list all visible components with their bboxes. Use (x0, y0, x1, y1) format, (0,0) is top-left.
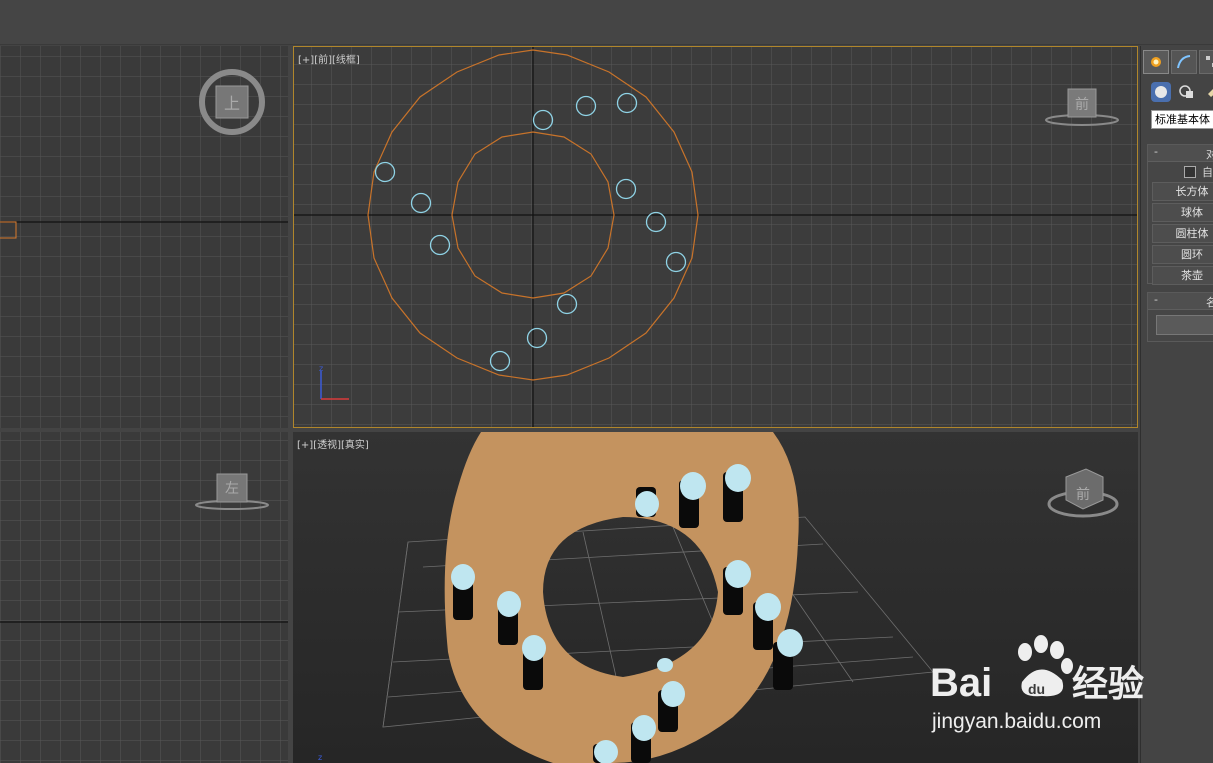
geometry-sphere-icon[interactable] (1151, 82, 1171, 102)
watermark-brand: Bai (930, 661, 992, 705)
baidu-jingyan-watermark: Bai du 经验 jingyan.baidu.com (930, 630, 1160, 740)
viewport-top[interactable]: 上 (0, 46, 288, 428)
autogrid-checkbox[interactable] (1184, 166, 1196, 178)
perspective-viewport-label[interactable]: [+][透视][真实] (297, 436, 369, 451)
viewport-left[interactable]: 左 (0, 432, 288, 763)
create-category-icons (1151, 82, 1213, 102)
left-grid: 左 (0, 432, 288, 763)
front-mode-menu[interactable]: [线框] (332, 55, 360, 66)
front-view-menu[interactable]: [前] (314, 55, 332, 66)
name-color-rollout: - 名 (1147, 292, 1213, 342)
modify-tab[interactable] (1171, 50, 1197, 74)
persp-mode-menu[interactable]: [真实] (341, 440, 369, 451)
hierarchy-icon (1206, 56, 1213, 67)
svg-text:z: z (319, 364, 323, 373)
left-cube-text: 左 (225, 481, 239, 497)
front-cube-text: 前 (1075, 96, 1089, 113)
shapes-icon[interactable] (1177, 82, 1197, 102)
front-plus-menu[interactable]: [+] (298, 55, 314, 66)
persp-cube-text: 前 (1076, 486, 1090, 503)
top-grid: 上 (0, 46, 288, 428)
watermark-url: jingyan.baidu.com (931, 710, 1101, 733)
viewport-front[interactable]: z 前 [+][前][线框] (293, 46, 1138, 428)
persp-axis-z-icon: z (318, 753, 322, 762)
teapot-button[interactable]: 茶壶 (1152, 266, 1213, 285)
box-button[interactable]: 长方体 (1152, 182, 1213, 201)
autogrid-label: 自 (1202, 166, 1213, 179)
object-name-input[interactable] (1156, 315, 1213, 335)
object-type-rollout: - 对 自 长方体 球体 圆柱体 圆环 茶壶 (1147, 144, 1213, 285)
front-grid: z 前 (294, 47, 1137, 427)
watermark-product: 经验 (1072, 664, 1144, 705)
cylinder-button[interactable]: 圆柱体 (1152, 224, 1213, 243)
front-viewport-label[interactable]: [+][前][线框] (298, 51, 360, 66)
main-toolbar (0, 0, 1213, 45)
persp-view-menu[interactable]: [透视] (313, 440, 341, 451)
torus-button[interactable]: 圆环 (1152, 245, 1213, 264)
modify-arc-icon (1177, 55, 1191, 69)
persp-viewcube-icon[interactable]: 前 (1047, 468, 1119, 518)
watermark-brand-tail: du (1028, 681, 1045, 697)
create-sun-icon (1151, 57, 1161, 67)
primitive-type-dropdown[interactable]: 标准基本体 (1151, 110, 1213, 129)
top-cube-text: 上 (224, 94, 240, 113)
hierarchy-tab[interactable] (1199, 50, 1213, 74)
command-panel-tabs (1143, 50, 1213, 74)
object-type-rollout-header[interactable]: - 对 (1148, 145, 1213, 162)
name-rollout-header[interactable]: - 名 (1148, 293, 1213, 310)
paw-icon (1018, 635, 1073, 697)
lights-icon[interactable] (1203, 82, 1213, 102)
create-tab[interactable] (1143, 50, 1169, 74)
sphere-button[interactable]: 球体 (1152, 203, 1213, 222)
persp-plus-menu[interactable]: [+] (297, 440, 313, 451)
